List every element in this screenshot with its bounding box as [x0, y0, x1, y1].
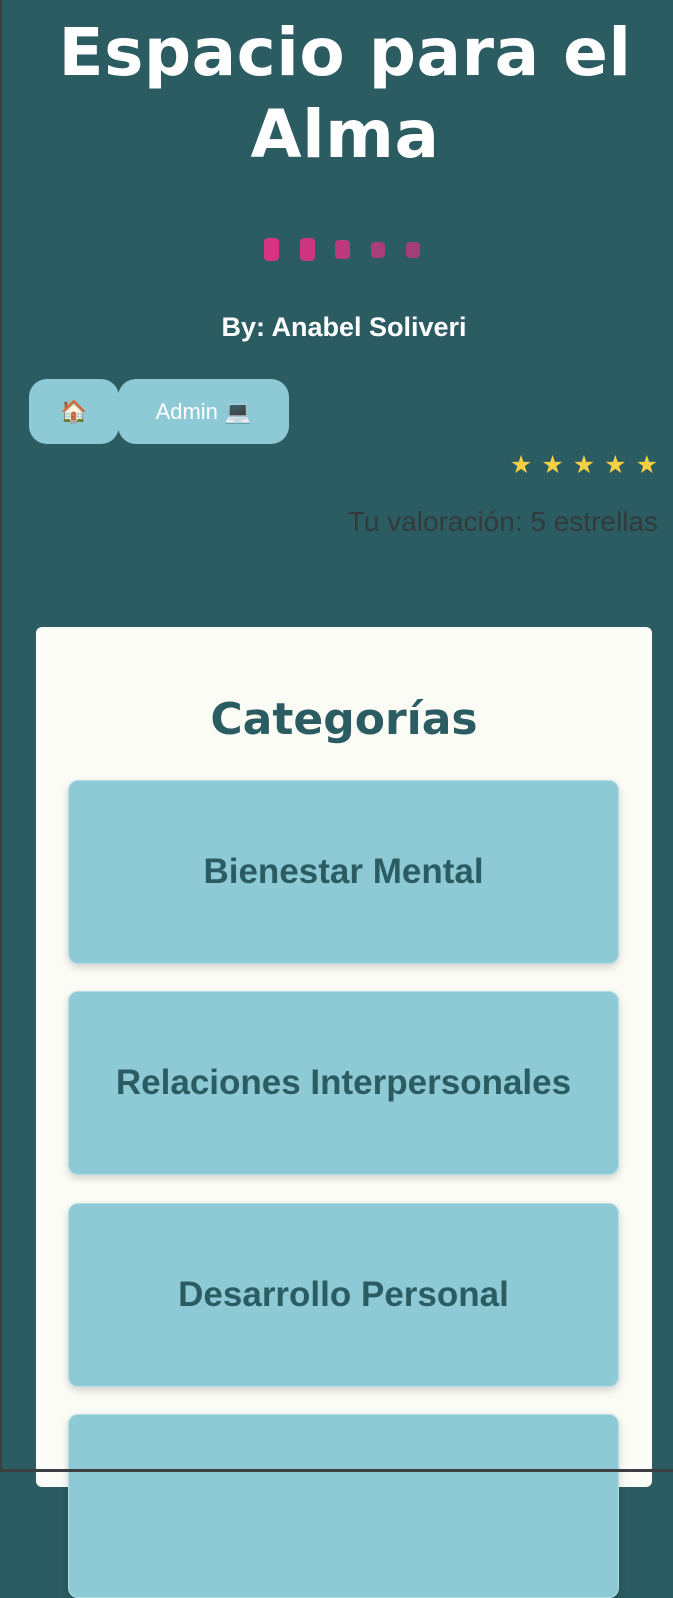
author-byline: By: Anabel Soliveri — [221, 312, 467, 342]
category-item-partial[interactable] — [68, 1414, 619, 1598]
category-label: Desarrollo Personal — [178, 1275, 509, 1314]
star-3-icon[interactable]: ★ — [573, 448, 595, 482]
admin-button-label: Admin 💻 — [155, 398, 252, 424]
dot-5 — [406, 241, 420, 258]
star-rating: ★ ★ ★ ★ ★ — [510, 448, 658, 482]
home-icon: 🏠 — [60, 398, 88, 424]
star-5-icon[interactable]: ★ — [636, 448, 658, 482]
dot-3 — [335, 240, 350, 259]
window-left-border — [0, 0, 2, 1472]
dot-1 — [264, 238, 279, 261]
dot-2 — [300, 238, 315, 261]
dot-4 — [371, 241, 385, 258]
star-2-icon[interactable]: ★ — [541, 448, 563, 482]
star-1-icon[interactable]: ★ — [510, 448, 532, 482]
rating-text: Tu valoración: 5 estrellas — [347, 506, 658, 537]
category-bienestar-mental[interactable]: Bienestar Mental — [68, 780, 619, 964]
loading-dots — [264, 238, 420, 261]
home-button[interactable]: 🏠 — [29, 379, 119, 444]
admin-button[interactable]: Admin 💻 — [118, 379, 289, 444]
category-label: Relaciones Interpersonales — [115, 1063, 572, 1102]
categories-title: Categorías — [210, 694, 478, 745]
site-title: Espacio para el Alma — [58, 14, 632, 173]
category-relaciones-interpersonales[interactable]: Relaciones Interpersonales — [68, 991, 619, 1175]
star-4-icon[interactable]: ★ — [604, 448, 626, 482]
category-desarrollo-personal[interactable]: Desarrollo Personal — [68, 1203, 619, 1387]
category-label: Bienestar Mental — [203, 852, 484, 891]
